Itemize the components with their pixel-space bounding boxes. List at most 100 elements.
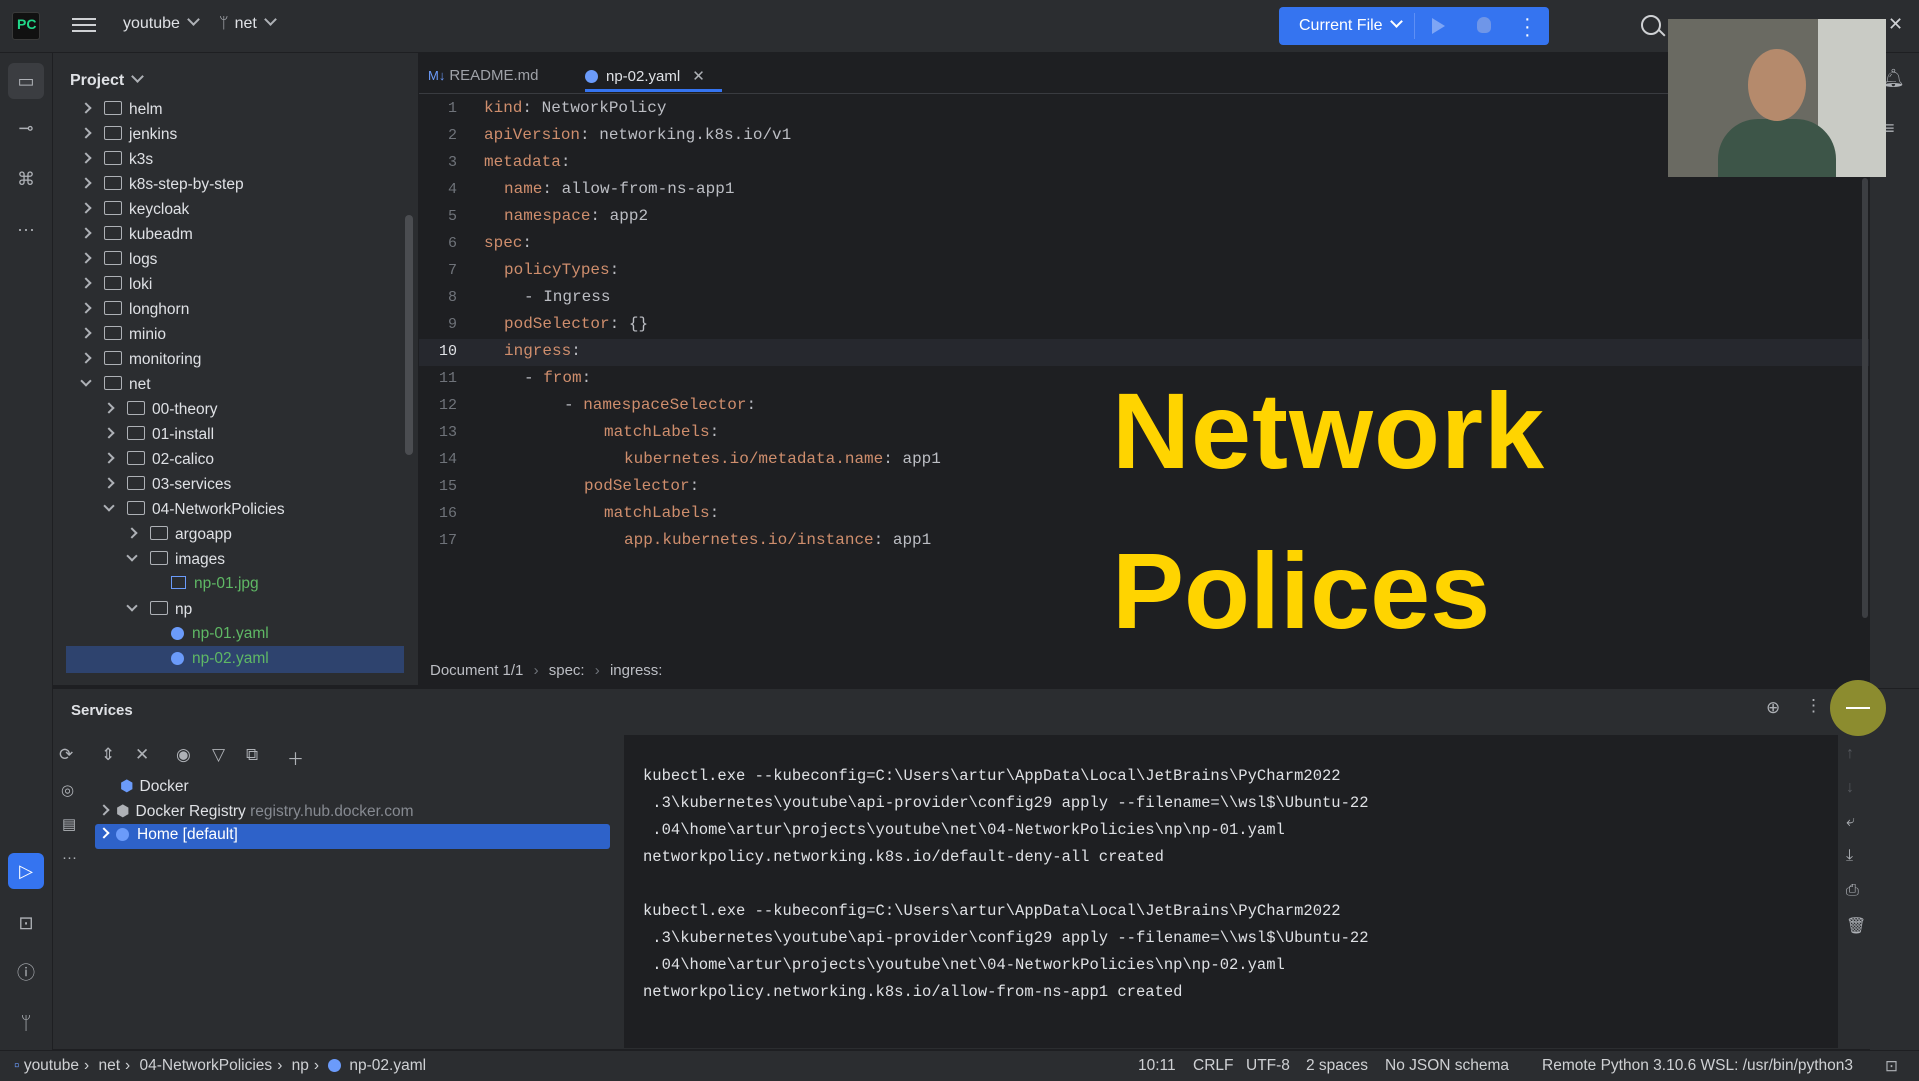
up-arrow-icon[interactable]: ↑ (1846, 745, 1854, 763)
services-icon[interactable]: ▷ (8, 853, 44, 889)
status-path[interactable]: ▫ youtube › net › 04-NetworkPolicies › np › … (14, 1057, 426, 1075)
code-line[interactable]: kubernetes.io/metadata.name: app1 (624, 450, 941, 468)
lock-icon[interactable]: ⊡ (1885, 1057, 1898, 1076)
down-arrow-icon[interactable]: ↓ (1846, 779, 1854, 797)
crosshair-icon[interactable]: ⊕ (1766, 698, 1780, 718)
project-switcher[interactable]: youtube (123, 13, 200, 33)
chevron-right-icon[interactable] (98, 827, 110, 839)
tree-item[interactable]: 02-calico (103, 450, 214, 475)
terminal-icon[interactable]: ⊡ (14, 911, 38, 935)
chevron-right-icon[interactable] (80, 202, 92, 214)
tree-item[interactable]: 00-theory (103, 400, 217, 425)
tree-item[interactable]: jenkins (80, 125, 177, 150)
chevron-down-icon[interactable] (126, 600, 138, 612)
tree-item[interactable]: argoapp (126, 525, 232, 550)
chevron-down-icon[interactable] (80, 375, 92, 387)
code-line[interactable]: podSelector: (584, 477, 699, 495)
tree-item[interactable]: longhorn (80, 300, 189, 325)
service-docker[interactable]: ⬢ Docker (120, 777, 189, 796)
tree-item[interactable]: logs (80, 250, 157, 275)
code-line[interactable]: - namespaceSelector: (564, 396, 756, 414)
code-line[interactable]: kind: NetworkPolicy (484, 99, 666, 117)
git-icon[interactable]: ᛘ (14, 1011, 38, 1035)
chevron-down-icon[interactable] (103, 500, 115, 512)
chevron-right-icon[interactable] (126, 527, 138, 539)
code-line[interactable]: namespace: app2 (504, 207, 648, 225)
tree-item[interactable]: keycloak (80, 200, 189, 225)
tree-item[interactable]: np-01.jpg (171, 575, 259, 600)
more-icon[interactable]: ··· (62, 849, 77, 866)
more-tools-icon[interactable]: ··· (14, 217, 38, 241)
tree-item[interactable]: 03-services (103, 475, 231, 500)
tree-item[interactable]: 04-NetworkPolicies (103, 500, 285, 525)
code-line[interactable]: - Ingress (524, 288, 610, 306)
tab-readme[interactable]: M↓ README.md (428, 67, 539, 84)
editor-scrollbar[interactable] (1862, 178, 1868, 618)
chevron-down-icon[interactable] (126, 550, 138, 562)
problems-icon[interactable]: ⓘ (14, 961, 38, 985)
line-separator[interactable]: CRLF (1193, 1057, 1233, 1075)
chevron-right-icon[interactable] (103, 452, 115, 464)
tree-item[interactable]: k8s-step-by-step (80, 175, 244, 200)
tree-item[interactable]: loki (80, 275, 152, 300)
service-home-default[interactable]: Home [default] (98, 826, 238, 844)
main-menu-icon[interactable] (72, 14, 96, 36)
chevron-right-icon[interactable] (103, 477, 115, 489)
indent-setting[interactable]: 2 spaces (1306, 1057, 1368, 1075)
tree-item[interactable]: net (80, 375, 151, 400)
chevron-right-icon[interactable] (98, 804, 110, 816)
chevron-right-icon[interactable] (103, 402, 115, 414)
tree-item[interactable]: 01-install (103, 425, 214, 450)
close-tab-icon[interactable]: ✕ (692, 68, 705, 85)
run-icon[interactable] (1432, 18, 1445, 34)
project-panel-title[interactable]: Project (70, 70, 145, 90)
tree-item[interactable]: kubeadm (80, 225, 193, 250)
breadcrumb-item[interactable]: spec: (549, 662, 585, 679)
chevron-right-icon[interactable] (80, 252, 92, 264)
code-line[interactable]: name: allow-from-ns-app1 (504, 180, 734, 198)
path-item[interactable]: youtube (24, 1057, 79, 1074)
service-docker-registry[interactable]: ⬢ Docker Registry registry.hub.docker.com (98, 802, 414, 821)
pycharm-logo-icon[interactable]: PC (12, 12, 40, 40)
python-interpreter[interactable]: Remote Python 3.10.6 WSL: /usr/bin/pytho… (1542, 1057, 1853, 1075)
list-icon[interactable]: ▤ (62, 815, 76, 833)
search-icon[interactable] (1641, 15, 1661, 35)
breadcrumb-item[interactable]: ingress: (610, 662, 663, 679)
chevron-right-icon[interactable] (80, 177, 92, 189)
tree-item[interactable]: k3s (80, 150, 153, 175)
tree-item[interactable]: np (126, 600, 192, 625)
print-icon[interactable]: ⎙ (1846, 882, 1859, 900)
tree-item[interactable]: helm (80, 100, 163, 125)
chevron-right-icon[interactable] (80, 277, 92, 289)
expand-all-icon[interactable]: ⇕ (101, 745, 115, 765)
path-item[interactable]: net (98, 1057, 120, 1074)
breadcrumb-item[interactable]: Document 1/1 (430, 662, 523, 679)
code-line[interactable]: policyTypes: (504, 261, 619, 279)
code-line[interactable]: ingress: (504, 342, 581, 360)
project-scrollbar[interactable] (405, 215, 413, 455)
refresh-icon[interactable]: ⟳ (59, 745, 73, 765)
new-tab-icon[interactable]: ⧉ (246, 745, 258, 765)
project-folder-icon[interactable]: ▭ (8, 63, 44, 99)
options-icon[interactable]: ⋮ (1805, 696, 1822, 716)
tree-item[interactable]: monitoring (80, 350, 201, 375)
chevron-right-icon[interactable] (103, 427, 115, 439)
tab-np-02-yaml[interactable]: np-02.yaml ✕ (585, 67, 705, 85)
path-item[interactable]: 04-NetworkPolicies (140, 1057, 273, 1074)
code-line[interactable]: apiVersion: networking.k8s.io/v1 (484, 126, 791, 144)
cursor-position[interactable]: 10:11 (1138, 1057, 1176, 1075)
close-icon[interactable]: ✕ (1888, 14, 1903, 35)
soft-wrap-icon[interactable]: ⤶ (1846, 813, 1855, 831)
code-line[interactable]: podSelector: {} (504, 315, 648, 333)
target-icon[interactable]: ◎ (61, 781, 74, 799)
commit-icon[interactable]: ⊸ (14, 116, 38, 140)
chevron-right-icon[interactable] (80, 302, 92, 314)
code-line[interactable]: matchLabels: (604, 504, 719, 522)
path-item[interactable]: np-02.yaml (349, 1057, 426, 1074)
tree-item[interactable]: np-01.yaml (171, 625, 269, 650)
chevron-right-icon[interactable] (80, 227, 92, 239)
run-config-selector[interactable]: Current File (1299, 15, 1403, 35)
chevron-right-icon[interactable] (80, 102, 92, 114)
chevron-right-icon[interactable] (80, 127, 92, 139)
eye-icon[interactable]: ◉ (176, 745, 191, 765)
